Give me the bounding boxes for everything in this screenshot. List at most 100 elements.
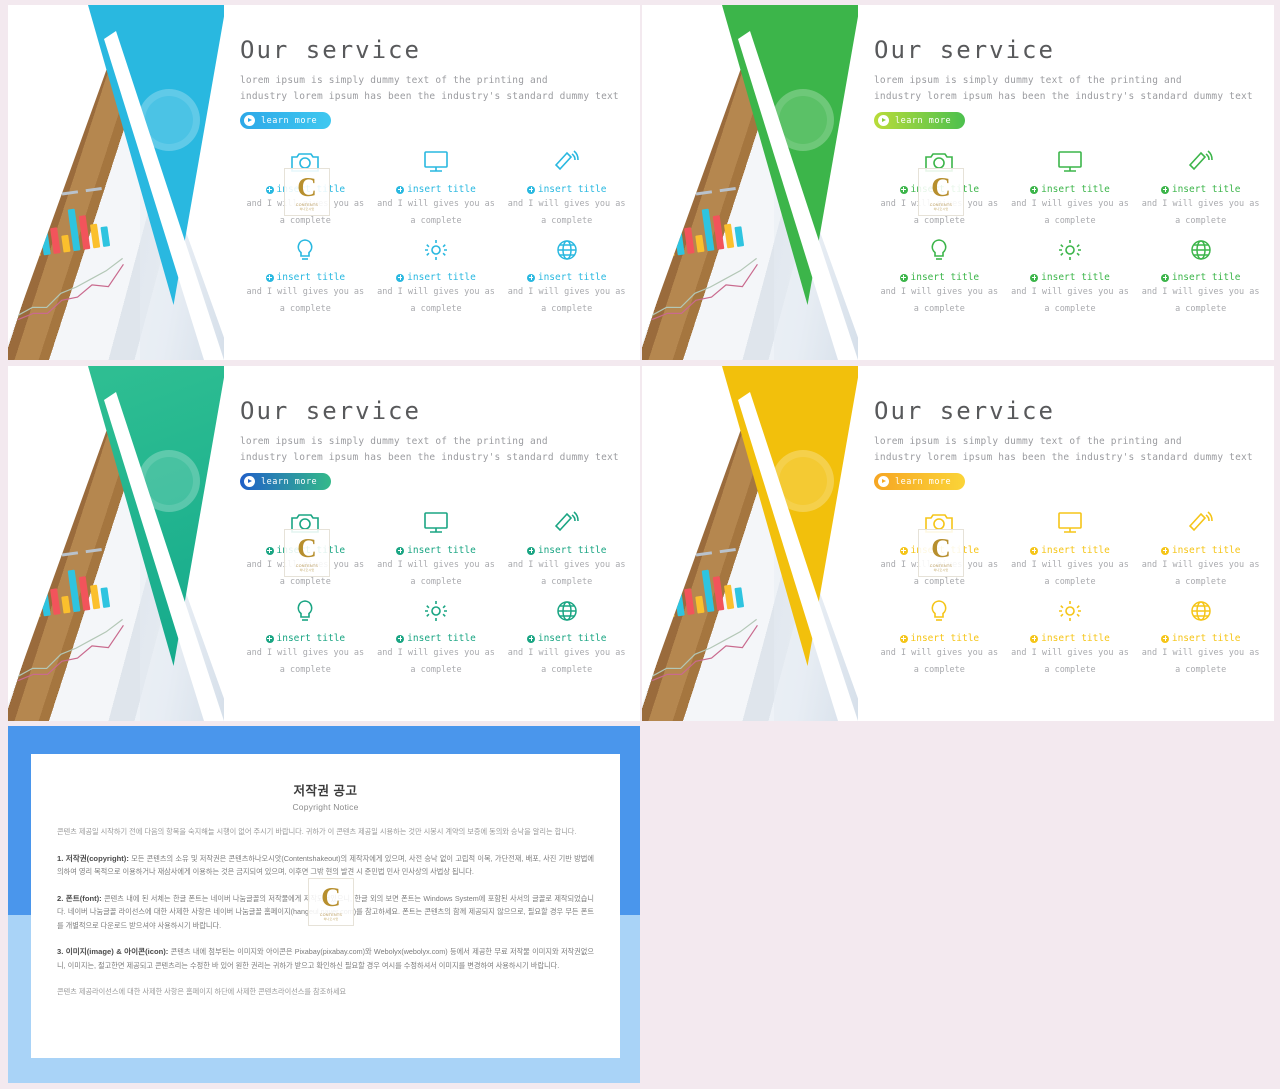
- feature-item[interactable]: insert title and I will gives you as a c…: [501, 145, 632, 229]
- cup-highlight: [771, 450, 834, 512]
- feature-item[interactable]: insert title and I will gives you as a c…: [1135, 594, 1266, 678]
- copyright-clause-1: 1. 저작권(copyright): 모든 콘텐츠의 소유 및 저작권은 콘텐츠…: [57, 852, 594, 879]
- lightbulb-icon: [240, 233, 371, 267]
- feature-item[interactable]: insert title and I will gives you as a c…: [240, 145, 371, 229]
- slide-panel-teal[interactable]: Our service lorem ipsum is simply dummy …: [8, 366, 640, 721]
- plus-icon: [1030, 273, 1039, 282]
- feature-item[interactable]: insert title and I will gives you as a c…: [240, 233, 371, 317]
- plus-icon: [265, 634, 274, 643]
- feature-desc: and I will gives you as a complete: [246, 560, 365, 587]
- feature-item[interactable]: insert title and I will gives you as a c…: [874, 506, 1005, 590]
- feature-item[interactable]: insert title and I will gives you as a c…: [240, 506, 371, 590]
- plus-icon: [1160, 273, 1169, 282]
- feature-item[interactable]: insert title and I will gives you as a c…: [1005, 145, 1136, 229]
- feature-title: insert title: [240, 633, 371, 644]
- globe-icon: [501, 233, 632, 267]
- feature-desc: and I will gives you as a complete: [377, 199, 495, 226]
- feature-item[interactable]: insert title and I will gives you as a c…: [501, 506, 632, 590]
- plus-icon: [1160, 546, 1169, 555]
- feature-item[interactable]: insert title and I will gives you as a c…: [874, 594, 1005, 678]
- play-icon: [244, 476, 255, 487]
- learn-more-button[interactable]: learn more: [874, 473, 966, 490]
- feature-title: insert title: [501, 184, 632, 195]
- learn-more-button[interactable]: learn more: [240, 112, 332, 129]
- feature-title: insert title: [1005, 184, 1136, 195]
- feature-item[interactable]: insert title and I will gives you as a c…: [1005, 594, 1136, 678]
- feature-desc: and I will gives you as a complete: [246, 648, 365, 675]
- feature-title: insert title: [371, 545, 502, 556]
- megaphone-icon: [501, 506, 632, 540]
- gear-icon: [1005, 233, 1136, 267]
- cup-highlight: [137, 89, 200, 151]
- feature-item[interactable]: insert title and I will gives you as a c…: [1135, 233, 1266, 317]
- line-chart-graphic: [17, 257, 124, 321]
- globe-icon: [1135, 233, 1266, 267]
- play-icon: [878, 115, 889, 126]
- lead-paragraph: lorem ipsum is simply dummy text of the …: [240, 434, 632, 466]
- feature-desc: and I will gives you as a complete: [507, 560, 626, 587]
- clause-1-label: 1. 저작권(copyright):: [57, 853, 129, 863]
- lead-line-2: industry lorem ipsum has been the indust…: [874, 91, 1253, 102]
- lead-line-2: industry lorem ipsum has been the indust…: [240, 452, 619, 463]
- lead-line-1: lorem ipsum is simply dummy text of the …: [874, 436, 1182, 447]
- copyright-footer: 콘텐츠 제공라이선스에 대한 사제한 사항은 홈페이지 하단에 사제한 콘텐츠라…: [57, 987, 347, 996]
- feature-item[interactable]: insert title and I will gives you as a c…: [874, 145, 1005, 229]
- cup-highlight: [137, 450, 200, 512]
- feature-grid: insert title and I will gives you as a c…: [240, 506, 632, 678]
- feature-item[interactable]: insert title and I will gives you as a c…: [501, 594, 632, 678]
- feature-desc: and I will gives you as a complete: [246, 287, 365, 314]
- feature-desc: and I will gives you as a complete: [377, 560, 495, 587]
- feature-item[interactable]: insert title and I will gives you as a c…: [1005, 506, 1136, 590]
- slide-panel-yellow[interactable]: Our service lorem ipsum is simply dummy …: [642, 366, 1274, 721]
- feature-item[interactable]: insert title and I will gives you as a c…: [1005, 233, 1136, 317]
- feature-grid: insert title and I will gives you as a c…: [874, 506, 1266, 678]
- learn-more-label: learn more: [261, 476, 318, 487]
- feature-title: insert title: [240, 184, 371, 195]
- feature-item[interactable]: insert title and I will gives you as a c…: [371, 506, 502, 590]
- monitor-icon: [1005, 145, 1136, 179]
- feature-item[interactable]: insert title and I will gives you as a c…: [874, 233, 1005, 317]
- feature-desc: and I will gives you as a complete: [1011, 287, 1129, 314]
- feature-title: insert title: [501, 633, 632, 644]
- learn-more-button[interactable]: learn more: [240, 473, 332, 490]
- feature-grid: insert title and I will gives you as a c…: [874, 145, 1266, 317]
- feature-item[interactable]: insert title and I will gives you as a c…: [501, 233, 632, 317]
- feature-desc: and I will gives you as a complete: [377, 648, 495, 675]
- feature-item[interactable]: insert title and I will gives you as a c…: [371, 145, 502, 229]
- plus-icon: [899, 273, 908, 282]
- slide-artwork: [642, 366, 858, 721]
- feature-title: insert title: [874, 184, 1005, 195]
- lead-paragraph: lorem ipsum is simply dummy text of the …: [874, 434, 1266, 466]
- feature-item[interactable]: insert title and I will gives you as a c…: [1135, 145, 1266, 229]
- feature-item[interactable]: insert title and I will gives you as a c…: [371, 594, 502, 678]
- clause-2-text: 콘텐츠 내에 된 서체는 한글 폰트는 네이버 나눔글꼴의 저작물에게 저작되어…: [57, 893, 594, 930]
- slide-content: Our service lorem ipsum is simply dummy …: [240, 366, 632, 721]
- page-title: Our service: [240, 36, 421, 64]
- feature-title: insert title: [240, 272, 371, 283]
- slide-panel-green[interactable]: Our service lorem ipsum is simply dummy …: [642, 5, 1274, 360]
- lead-paragraph: lorem ipsum is simply dummy text of the …: [240, 73, 632, 105]
- page-title: Our service: [874, 36, 1055, 64]
- slide-panel-cyan[interactable]: Our service lorem ipsum is simply dummy …: [8, 5, 640, 360]
- plus-icon: [526, 273, 535, 282]
- feature-title: insert title: [874, 272, 1005, 283]
- feature-item[interactable]: insert title and I will gives you as a c…: [371, 233, 502, 317]
- lead-line-2: industry lorem ipsum has been the indust…: [240, 91, 619, 102]
- megaphone-icon: [1135, 506, 1266, 540]
- plus-icon: [1030, 185, 1039, 194]
- feature-title: insert title: [1135, 272, 1266, 283]
- page-title: Our service: [240, 397, 421, 425]
- feature-title: insert title: [371, 633, 502, 644]
- feature-item[interactable]: insert title and I will gives you as a c…: [240, 594, 371, 678]
- feature-title: insert title: [874, 633, 1005, 644]
- feature-desc: and I will gives you as a complete: [377, 287, 495, 314]
- feature-desc: and I will gives you as a complete: [507, 199, 626, 226]
- slide-artwork: [642, 5, 858, 360]
- learn-more-label: learn more: [261, 115, 318, 126]
- copyright-sheet: 저작권 공고 Copyright Notice 콘텐츠 제공일 시작하기 전에 …: [31, 754, 620, 1058]
- page-title: Our service: [874, 397, 1055, 425]
- learn-more-button[interactable]: learn more: [874, 112, 966, 129]
- plus-icon: [899, 185, 908, 194]
- feature-item[interactable]: insert title and I will gives you as a c…: [1135, 506, 1266, 590]
- plus-icon: [526, 546, 535, 555]
